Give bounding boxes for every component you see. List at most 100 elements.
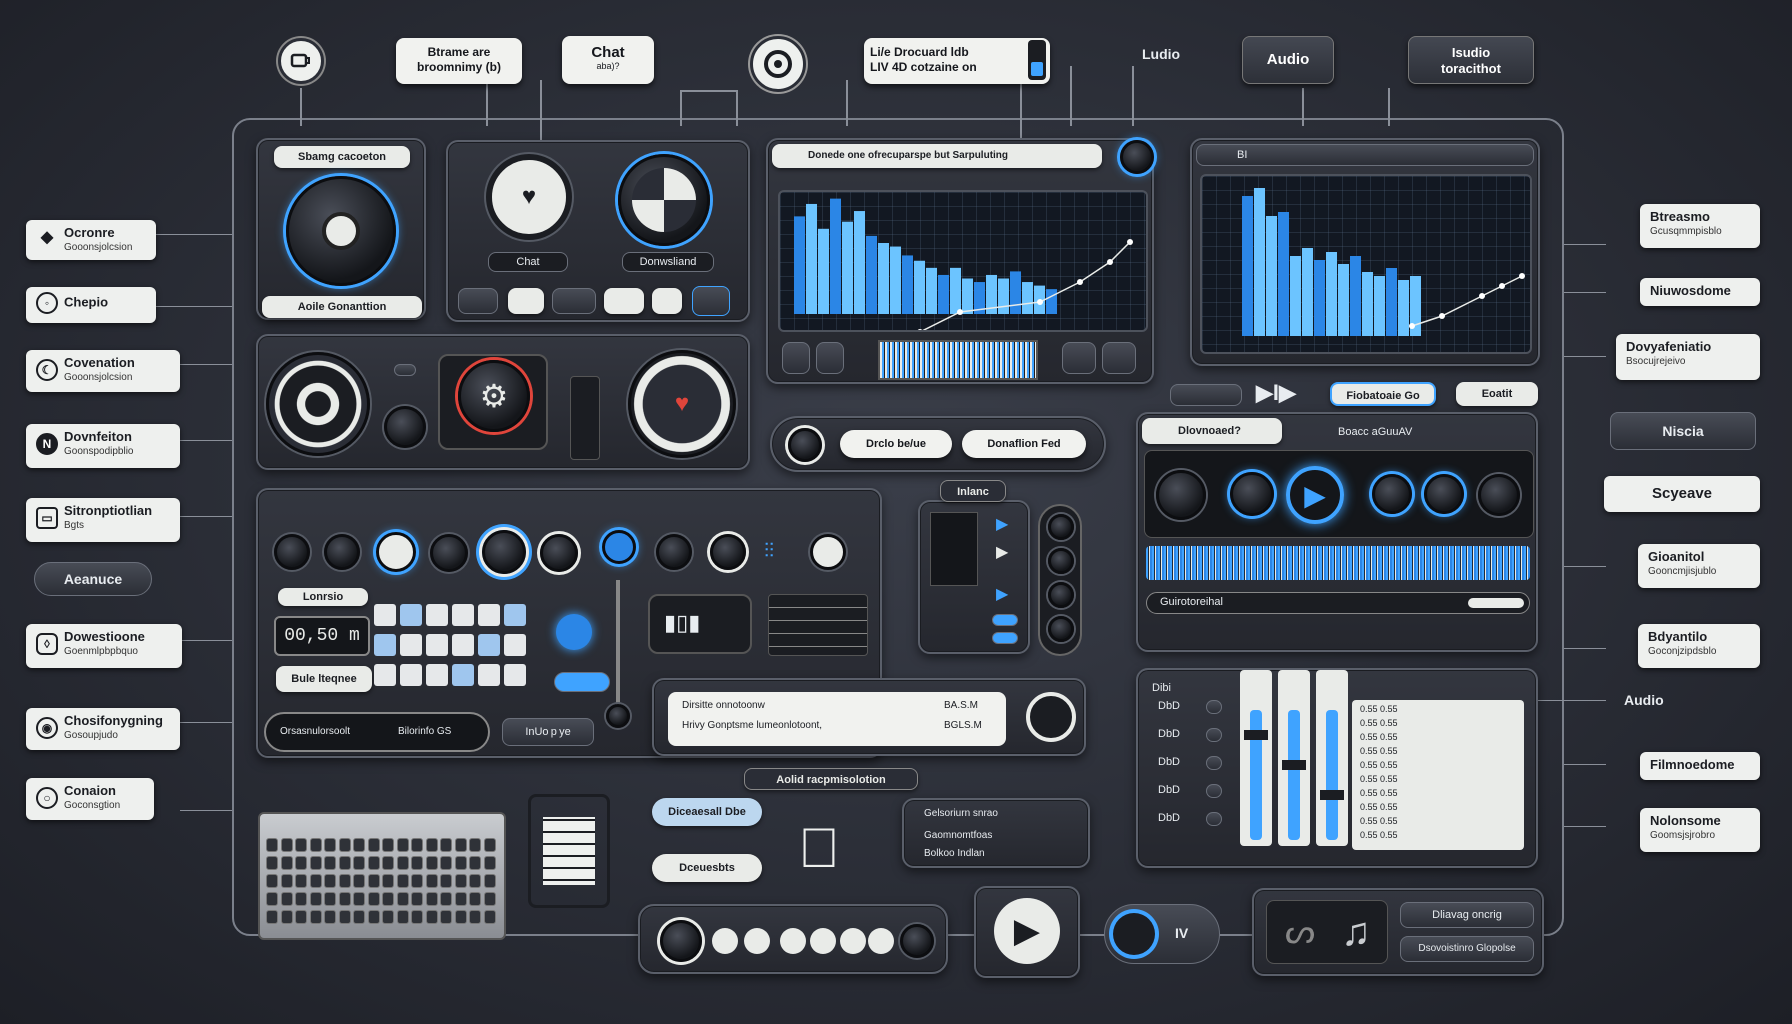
mixer-row-button[interactable] [1206,700,1222,714]
keyboard-key[interactable] [469,892,481,906]
keyboard-key[interactable] [338,838,351,852]
pad-key[interactable] [504,664,526,686]
keyboard-key[interactable] [483,910,496,924]
left-label-4[interactable]: ▭ Sitronptiotlian Bgts [26,498,180,542]
keyboard-key[interactable] [469,838,481,852]
graph1-btn-right[interactable] [1062,342,1096,374]
pad-key[interactable] [400,604,422,626]
transport-btn-2[interactable] [744,928,770,954]
graph1-btn-right2[interactable] [1102,342,1136,374]
keyboard-key[interactable] [309,874,322,888]
keyboard-key[interactable] [295,838,307,852]
right-label-1[interactable]: Niuwosdome [1640,278,1760,306]
column-knob-3[interactable] [1048,582,1074,608]
music-label-1[interactable]: Dliavag oncrig [1400,902,1534,928]
keyboard-key[interactable] [367,838,380,852]
keyboard-key[interactable] [454,874,467,888]
mixer-vertical-slider[interactable] [616,580,620,720]
keyboard-key[interactable] [309,892,322,906]
keyboard-key[interactable] [425,874,438,888]
keyboard-key[interactable] [411,838,423,852]
keyboard-key[interactable] [309,910,322,924]
bottom-chip-1[interactable]: Diceaesall Dbe [652,798,762,826]
keyboard-key[interactable] [353,874,365,888]
play-arrow-2[interactable]: ▶ [996,542,1008,562]
pad-key[interactable] [374,604,396,626]
fader-thumb[interactable] [1320,790,1344,800]
keyboard-key[interactable] [425,856,438,870]
keyboard-key[interactable] [295,892,307,906]
keyboard-key[interactable] [469,856,481,870]
fader-track[interactable] [1326,710,1338,840]
slider-thumb[interactable] [606,704,630,728]
keyboard-key[interactable] [324,874,336,888]
live-toggle[interactable] [1028,40,1046,80]
pad-key[interactable] [400,634,422,656]
play-circle-button[interactable]: ▶ [1286,466,1344,524]
keyboard-key[interactable] [411,892,423,906]
column-knob-2[interactable] [1048,548,1074,574]
fader-thumb[interactable] [1282,760,1306,770]
mixer-knob-2[interactable] [324,534,360,570]
keyboard-key[interactable] [411,856,423,870]
transport-btn-6[interactable] [868,928,894,954]
mixer-knob-4[interactable] [430,534,468,572]
right-label-0[interactable]: Btreasmo Gcusqmmpisblo [1640,204,1760,248]
pad-key[interactable] [426,604,448,626]
keyboard-key[interactable] [338,910,351,924]
graph1-top-knob[interactable] [1120,140,1154,174]
keyboard-key[interactable] [353,910,365,924]
pill-right[interactable]: Donaflion Fed [962,430,1086,458]
transport-btn-1[interactable] [712,928,738,954]
pad-key[interactable] [478,634,500,656]
play-arrow-1[interactable]: ▶ [996,514,1008,534]
keyboard-key[interactable] [454,892,467,906]
keyboard-key[interactable] [382,910,394,924]
keyboard-key[interactable] [440,838,452,852]
mixer-row-button[interactable] [1206,784,1222,798]
keyboard-key[interactable] [280,856,293,870]
pad-key[interactable] [452,604,474,626]
play-button[interactable]: ▶ [994,898,1060,964]
bottom-pill[interactable]: InUo p ye [502,718,594,746]
keyboard-key[interactable] [396,856,409,870]
ctrl-btn-1[interactable] [458,288,498,314]
record-button[interactable] [750,36,806,92]
pad-key[interactable] [452,664,474,686]
mixer-knob-7[interactable] [602,530,636,564]
keyboard-key[interactable] [367,856,380,870]
keyboard-key[interactable] [353,892,365,906]
pad-key[interactable] [426,634,448,656]
music-label-2[interactable]: Dsovoistinro Glopolse [1400,936,1534,962]
keyboard-key[interactable] [266,838,278,852]
small-toggle-1[interactable] [992,614,1018,626]
left-label-2[interactable]: ☾ Covenation Gooonsjolcsion [26,350,180,392]
keyboard-key[interactable] [483,892,496,906]
keyboard-key[interactable] [338,892,351,906]
small-btn-a[interactable] [394,364,416,376]
keyboard-key[interactable] [324,838,336,852]
left-label-7[interactable]: ◉ Chosifonygning Gosoupjudo [26,708,180,750]
column-knob-1[interactable] [1048,514,1074,540]
keyboard-key[interactable] [266,910,278,924]
keyboard-key[interactable] [266,874,278,888]
ctrl-btn-6[interactable] [692,286,730,316]
graph1-btn-left2[interactable] [816,342,844,374]
mid-btn-2[interactable]: Fiobatoaie Go [1330,382,1436,406]
keyboard-key[interactable] [483,856,496,870]
play-arrow-3[interactable]: ▶ [996,584,1008,604]
fader-thumb[interactable] [1244,730,1268,740]
keyboard-key[interactable] [469,874,481,888]
keyboard-key[interactable] [382,838,394,852]
keyboard-key[interactable] [425,892,438,906]
big-dial-left[interactable] [266,352,370,456]
keyboard-key[interactable] [483,874,496,888]
keyboard-key[interactable] [338,856,351,870]
pill-left[interactable]: Drclo be/ue [840,430,952,458]
right-label-4[interactable]: Scyeave [1604,476,1760,512]
keyboard-key[interactable] [309,838,322,852]
pad-key[interactable] [400,664,422,686]
column-knob-4[interactable] [1048,616,1074,642]
transport-btn-3[interactable] [780,928,806,954]
mixer-row-button[interactable] [1206,756,1222,770]
